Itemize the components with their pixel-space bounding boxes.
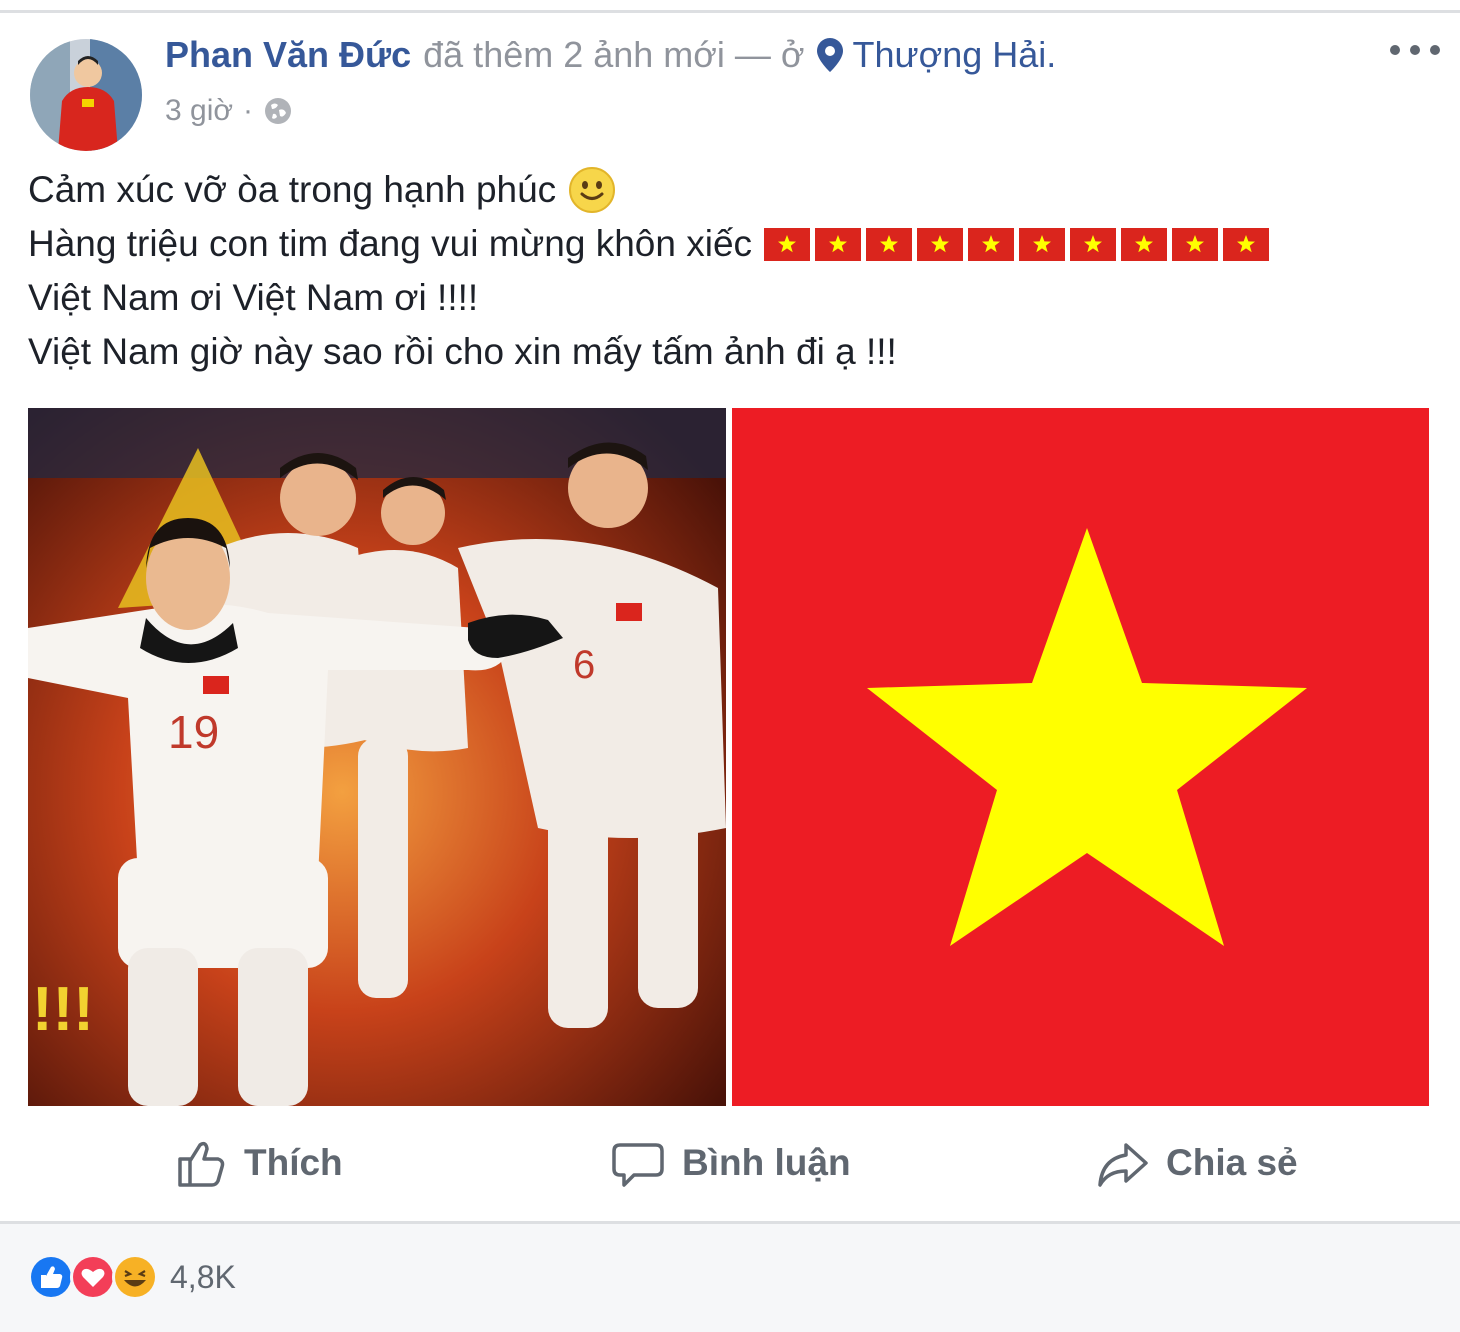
share-label: Chia sẻ	[1166, 1142, 1298, 1183]
vietnam-flag-emoji-icon	[968, 227, 1015, 261]
location-link[interactable]: Thượng Hải.	[853, 34, 1057, 76]
jersey-number-19: 19	[168, 706, 219, 758]
photo-overlay-text: !!!	[32, 975, 94, 1044]
globe-icon[interactable]	[263, 96, 293, 126]
vietnam-flag-emoji-icon	[815, 227, 862, 261]
jersey-number-6: 6	[573, 643, 595, 687]
vietnam-flag-emoji-icon	[1223, 227, 1270, 261]
feed-post: Phan Văn Đức đã thêm 2 ảnh mới — ở Thượn…	[0, 13, 1460, 1332]
meta-separator: ·	[243, 94, 254, 127]
reaction-count[interactable]: 4,8K	[170, 1259, 236, 1296]
love-reaction-icon	[70, 1254, 116, 1300]
caption-text-3: Việt Nam ơi Việt Nam ơi !!!!	[28, 277, 479, 318]
caption-line: Việt Nam ơi Việt Nam ơi !!!!	[28, 271, 1428, 325]
vietnam-flag-emoji-icon	[1070, 227, 1117, 261]
thumbs-up-icon	[178, 1141, 225, 1187]
comment-button[interactable]: Bình luận	[610, 1131, 851, 1195]
comment-label: Bình luận	[682, 1142, 851, 1183]
post-caption: Cảm xúc vỡ òa trong hạnh phúc Hàng triệu…	[28, 163, 1428, 379]
avatar-image	[30, 39, 142, 151]
haha-reaction-icon	[112, 1254, 158, 1300]
vietnam-flag-emoji-icon	[1172, 227, 1219, 261]
comment-bubble-icon	[612, 1143, 664, 1187]
action-text: đã thêm 2 ảnh mới — ở	[423, 34, 805, 75]
caption-text-4: Việt Nam giờ này sao rồi cho xin mấy tấm…	[28, 331, 897, 372]
post-action-bar: Thích Bình luận Chia sẻ	[0, 1131, 1460, 1195]
reactions-footer: 4,8K	[0, 1221, 1460, 1332]
post-header: Phan Văn Đức đã thêm 2 ảnh mới — ở Thượn…	[165, 33, 1056, 77]
caption-text-1: Cảm xúc vỡ òa trong hạnh phúc	[28, 169, 557, 210]
more-dot	[1390, 45, 1400, 55]
author-name[interactable]: Phan Văn Đức	[165, 34, 411, 76]
vietnam-flag-emoji-icon	[917, 227, 964, 261]
vietnam-flag-illustration	[732, 408, 1429, 1106]
more-dot	[1410, 45, 1420, 55]
vietnam-flag-emoji-icon	[866, 227, 913, 261]
caption-line: Việt Nam giờ này sao rồi cho xin mấy tấm…	[28, 325, 1428, 379]
vietnam-flag-emoji-icon	[1019, 227, 1066, 261]
reactions-summary[interactable]: 4,8K	[28, 1254, 236, 1300]
share-arrow-icon	[1098, 1143, 1148, 1187]
vietnam-flag-emoji-icon	[1121, 227, 1168, 261]
caption-line: Cảm xúc vỡ òa trong hạnh phúc	[28, 163, 1428, 217]
like-label: Thích	[244, 1142, 343, 1183]
caption-line: Hàng triệu con tim đang vui mừng khôn xi…	[28, 217, 1428, 271]
team-photo-illustration: 19 6 !!!	[28, 408, 726, 1106]
location-pin-icon	[816, 38, 843, 72]
vietnam-flag-photo[interactable]	[732, 408, 1429, 1106]
vietnam-flag-emoji-row	[764, 227, 1270, 261]
more-dot	[1430, 45, 1440, 55]
like-reaction-icon	[28, 1254, 74, 1300]
share-button[interactable]: Chia sẻ	[1094, 1131, 1298, 1195]
team-celebration-photo[interactable]: 19 6 !!!	[28, 408, 726, 1106]
caption-text-2: Hàng triệu con tim đang vui mừng khôn xi…	[28, 223, 753, 264]
timestamp[interactable]: 3 giờ	[165, 94, 233, 128]
vietnam-flag-emoji-icon	[764, 227, 811, 261]
post-meta: 3 giờ ·	[165, 91, 293, 131]
more-options-icon[interactable]	[1390, 39, 1440, 61]
like-button[interactable]: Thích	[172, 1131, 343, 1195]
avatar[interactable]	[30, 39, 142, 151]
smiley-emoji-icon	[569, 167, 616, 213]
